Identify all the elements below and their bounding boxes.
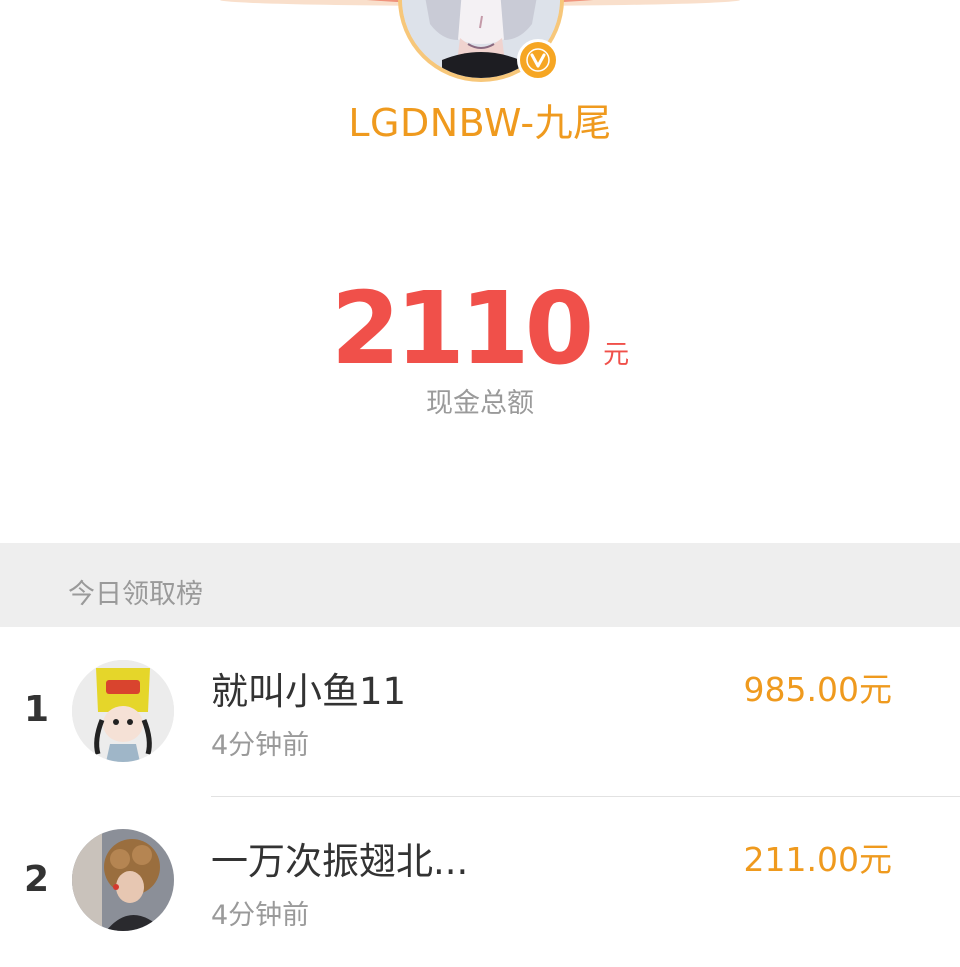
chip-bag-hat-avatar-icon[interactable] (72, 660, 174, 762)
row-rank: 1 (24, 689, 50, 730)
row-amount: 985.00元 (743, 670, 892, 709)
verified-badge-icon (517, 39, 559, 81)
total-amount-label: 现金总额 (426, 388, 534, 419)
row-time: 4分钟前 (211, 730, 310, 761)
total-amount: 2110 元 (0, 270, 960, 387)
leaderboard-row[interactable]: 1 就叫小鱼11 4分钟前 985.00元 (0, 627, 960, 797)
row-time: 4分钟前 (211, 900, 310, 931)
curly-hair-avatar-icon[interactable] (72, 829, 174, 931)
row-rank: 2 (24, 859, 50, 900)
total-amount-value: 2110 (330, 270, 594, 387)
leaderboard-row[interactable]: 2 一万次振翅北... 4分钟前 211.00元 (0, 797, 960, 967)
row-name: 一万次振翅北... (211, 840, 469, 883)
profile-username: LGDNBW-九尾 (348, 101, 612, 145)
row-amount: 211.00元 (743, 840, 892, 879)
row-name: 就叫小鱼11 (211, 670, 407, 713)
total-amount-unit: 元 (603, 340, 630, 370)
leaderboard-title: 今日领取榜 (68, 579, 203, 610)
